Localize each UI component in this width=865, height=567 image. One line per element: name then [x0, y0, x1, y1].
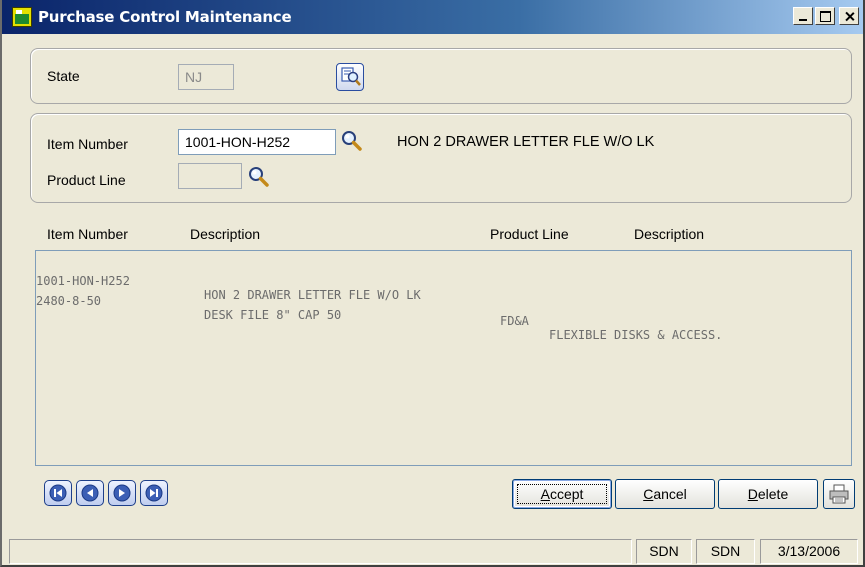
product-line-search-icon[interactable] — [247, 165, 271, 189]
item-number-input[interactable]: 1001-HON-H252 — [178, 129, 336, 155]
purchase-control-maintenance-window: Purchase Control Maintenance State NJ It… — [0, 0, 865, 567]
first-record-button[interactable] — [44, 480, 72, 506]
state-lookup-button[interactable] — [336, 63, 364, 91]
product-line-field — [178, 163, 242, 189]
next-icon — [113, 484, 131, 502]
maximize-button[interactable] — [815, 7, 835, 25]
cancel-button[interactable]: Cancel — [615, 479, 715, 509]
status-message-panel — [9, 539, 632, 564]
window-title: Purchase Control Maintenance — [38, 8, 292, 26]
delete-button-mnemonic: D — [747, 486, 758, 502]
column-header-description[interactable]: Description — [190, 226, 260, 242]
row-product-line: FD&A — [500, 314, 529, 328]
column-header-item-number[interactable]: Item Number — [47, 226, 128, 242]
list-row[interactable]: 2480-8-50 DESK FILE 8" CAP 50 — [36, 280, 851, 322]
product-line-label: Product Line — [47, 172, 126, 188]
previous-record-button[interactable] — [76, 480, 104, 506]
app-icon — [12, 7, 32, 27]
state-field: NJ — [178, 64, 234, 90]
list-row[interactable]: FD&A FLEXIBLE DISKS & ACCESS. — [36, 300, 851, 342]
row-product-line-description: FLEXIBLE DISKS & ACCESS. — [549, 328, 723, 342]
item-list[interactable]: 1001-HON-H252 HON 2 DRAWER LETTER FLE W/… — [35, 250, 852, 466]
cancel-button-mnemonic: C — [643, 486, 654, 502]
lookup-icon — [341, 67, 361, 86]
delete-button[interactable]: Delete — [718, 479, 818, 509]
previous-icon — [81, 484, 99, 502]
item-group — [30, 113, 852, 203]
list-row[interactable]: 1001-HON-H252 HON 2 DRAWER LETTER FLE W/… — [36, 260, 851, 302]
printer-icon — [829, 484, 849, 504]
title-bar[interactable]: Purchase Control Maintenance — [2, 0, 863, 34]
status-bar: SDN SDN 3/13/2006 — [2, 537, 863, 565]
cancel-button-label: ancel — [653, 486, 687, 502]
state-group — [30, 48, 852, 104]
item-number-search-icon[interactable] — [340, 129, 364, 153]
close-button[interactable] — [839, 7, 859, 25]
first-icon — [49, 484, 67, 502]
column-header-product-line[interactable]: Product Line — [490, 226, 569, 242]
last-record-button[interactable] — [140, 480, 168, 506]
accept-button[interactable]: Accept — [512, 479, 612, 509]
window-controls — [793, 7, 859, 25]
next-record-button[interactable] — [108, 480, 136, 506]
item-number-label: Item Number — [47, 136, 128, 152]
print-button[interactable] — [823, 479, 855, 509]
column-header-product-line-description[interactable]: Description — [634, 226, 704, 242]
item-description: HON 2 DRAWER LETTER FLE W/O LK — [397, 134, 655, 150]
status-company: SDN — [636, 539, 692, 564]
delete-button-label: elete — [757, 486, 789, 502]
status-date: 3/13/2006 — [760, 539, 858, 564]
status-user: SDN — [696, 539, 755, 564]
state-label: State — [47, 68, 80, 84]
minimize-button[interactable] — [793, 7, 813, 25]
last-icon — [145, 484, 163, 502]
focus-rectangle — [517, 484, 607, 504]
